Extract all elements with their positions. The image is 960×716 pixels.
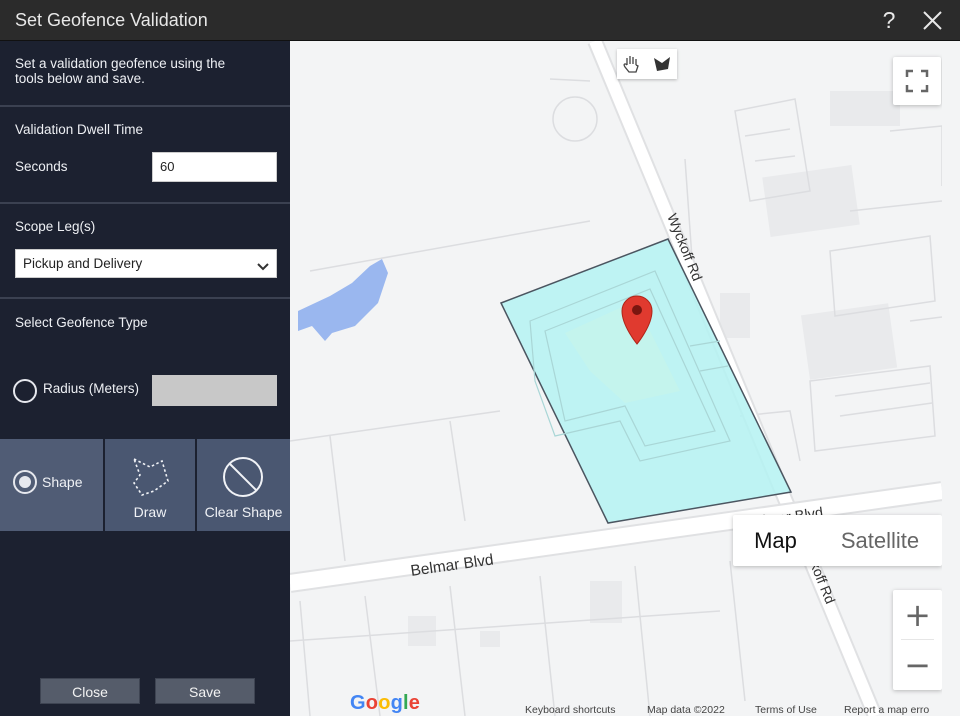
clear-icon	[222, 456, 264, 503]
draw-polygon-icon	[128, 453, 172, 504]
chevron-down-icon	[256, 256, 270, 271]
scope-legs-value: Pickup and Delivery	[23, 256, 143, 271]
save-button[interactable]: Save	[155, 678, 255, 704]
keyboard-shortcuts-link[interactable]: Keyboard shortcuts	[525, 704, 615, 716]
geofence-type-heading: Select Geofence Type	[15, 315, 148, 330]
zoom-in-button[interactable]: +	[893, 590, 942, 640]
intro-text: Set a validation geofence using the tool…	[15, 56, 226, 86]
help-button[interactable]: ?	[876, 5, 902, 35]
seconds-label: Seconds	[15, 159, 68, 174]
terms-link[interactable]: Terms of Use	[755, 704, 817, 716]
draw-button[interactable]: Draw	[105, 439, 195, 531]
map-data-text: Map data ©2022	[647, 704, 725, 716]
dwell-time-heading: Validation Dwell Time	[15, 122, 144, 137]
clear-shape-button[interactable]: Clear Shape	[197, 439, 290, 531]
report-error-link[interactable]: Report a map erro	[844, 704, 929, 716]
radius-input[interactable]	[152, 375, 277, 406]
shape-label: Shape	[42, 474, 83, 490]
hand-icon[interactable]	[617, 49, 647, 79]
dialog-title-bar: Set Geofence Validation ?	[0, 0, 960, 41]
map-canvas: Belmar Blvd Belmar Blvd Wyckoff Rd koff …	[290, 41, 942, 716]
map-type-control: Map Satellite	[733, 515, 942, 566]
close-icon[interactable]	[917, 6, 947, 36]
zoom-out-button[interactable]: −	[893, 640, 942, 690]
fullscreen-button[interactable]	[893, 57, 941, 105]
divider	[0, 105, 290, 107]
draw-label: Draw	[133, 504, 167, 520]
radius-label: Radius (Meters)	[43, 381, 140, 396]
fullscreen-icon	[893, 69, 941, 109]
dialog-title: Set Geofence Validation	[15, 10, 208, 30]
shape-radio[interactable]	[13, 470, 37, 494]
zoom-control: + −	[893, 590, 942, 690]
scope-legs-heading: Scope Leg(s)	[15, 219, 96, 234]
scope-legs-select[interactable]: Pickup and Delivery	[15, 249, 277, 278]
map-type-map[interactable]: Map	[733, 515, 818, 566]
map-attribution: Keyboard shortcuts Map data ©2022 Terms …	[290, 703, 942, 716]
clear-shape-label: Clear Shape	[204, 504, 283, 520]
drawing-toolbar	[617, 49, 677, 79]
close-button[interactable]: Close	[40, 678, 140, 704]
divider	[0, 202, 290, 204]
map-type-satellite[interactable]: Satellite	[818, 515, 942, 566]
map-view[interactable]: Belmar Blvd Belmar Blvd Wyckoff Rd koff …	[290, 41, 942, 716]
polygon-draw-icon[interactable]	[647, 49, 677, 79]
radius-radio[interactable]	[13, 379, 37, 403]
divider	[0, 297, 290, 299]
map-edge	[942, 41, 960, 716]
settings-panel: Set a validation geofence using the tool…	[0, 41, 290, 716]
shape-option[interactable]: Shape	[0, 439, 103, 531]
seconds-input[interactable]: 60	[152, 152, 277, 182]
